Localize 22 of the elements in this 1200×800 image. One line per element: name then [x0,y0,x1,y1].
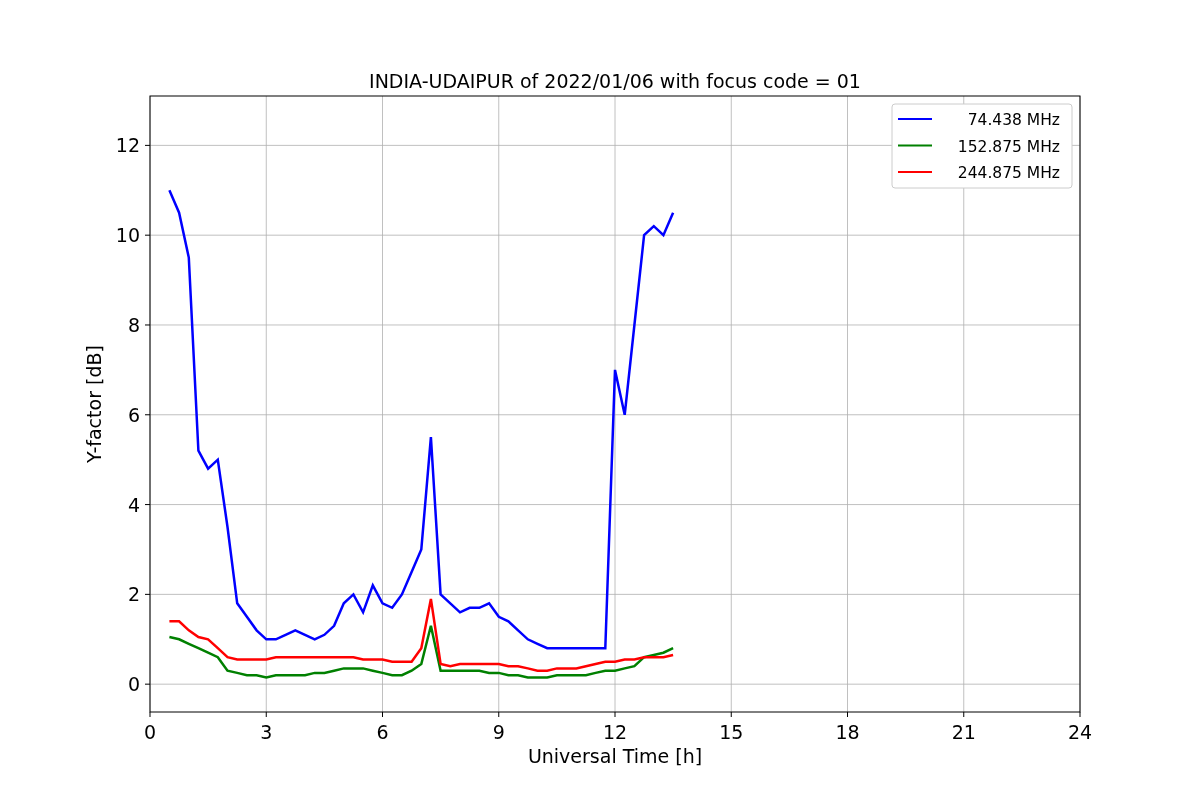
y-tick-label: 6 [127,403,140,426]
x-tick-label: 6 [376,721,389,743]
legend-label: 244.875 MHz [957,164,1060,182]
y-tick-label: 4 [127,493,140,516]
y-axis-label: Y-factor [dB] [83,345,105,463]
y-tick-label: 12 [115,134,140,157]
x-tick-label: 24 [1067,721,1093,743]
chart-title: INDIA-UDAIPUR of 2022/01/06 with focus code = 01 [369,70,861,92]
x-tick-label: 0 [143,721,157,743]
x-tick-label: 9 [492,721,505,743]
legend-label: 74.438 MHz [967,111,1060,129]
x-tick-label: 21 [951,721,976,743]
y-tick-label: 8 [127,314,140,336]
x-tick-label: 3 [260,721,273,743]
y-tick-label: 0 [127,673,140,696]
x-tick-label: 15 [719,721,744,743]
x-tick-label: 12 [602,721,628,743]
legend-label: 152.875 MHz [957,137,1060,156]
y-tick-label: 10 [115,224,140,247]
x-axis-label: Universal Time [h] [527,745,703,767]
x-tick-label: 18 [835,721,860,743]
y-tick-label: 2 [127,583,140,606]
